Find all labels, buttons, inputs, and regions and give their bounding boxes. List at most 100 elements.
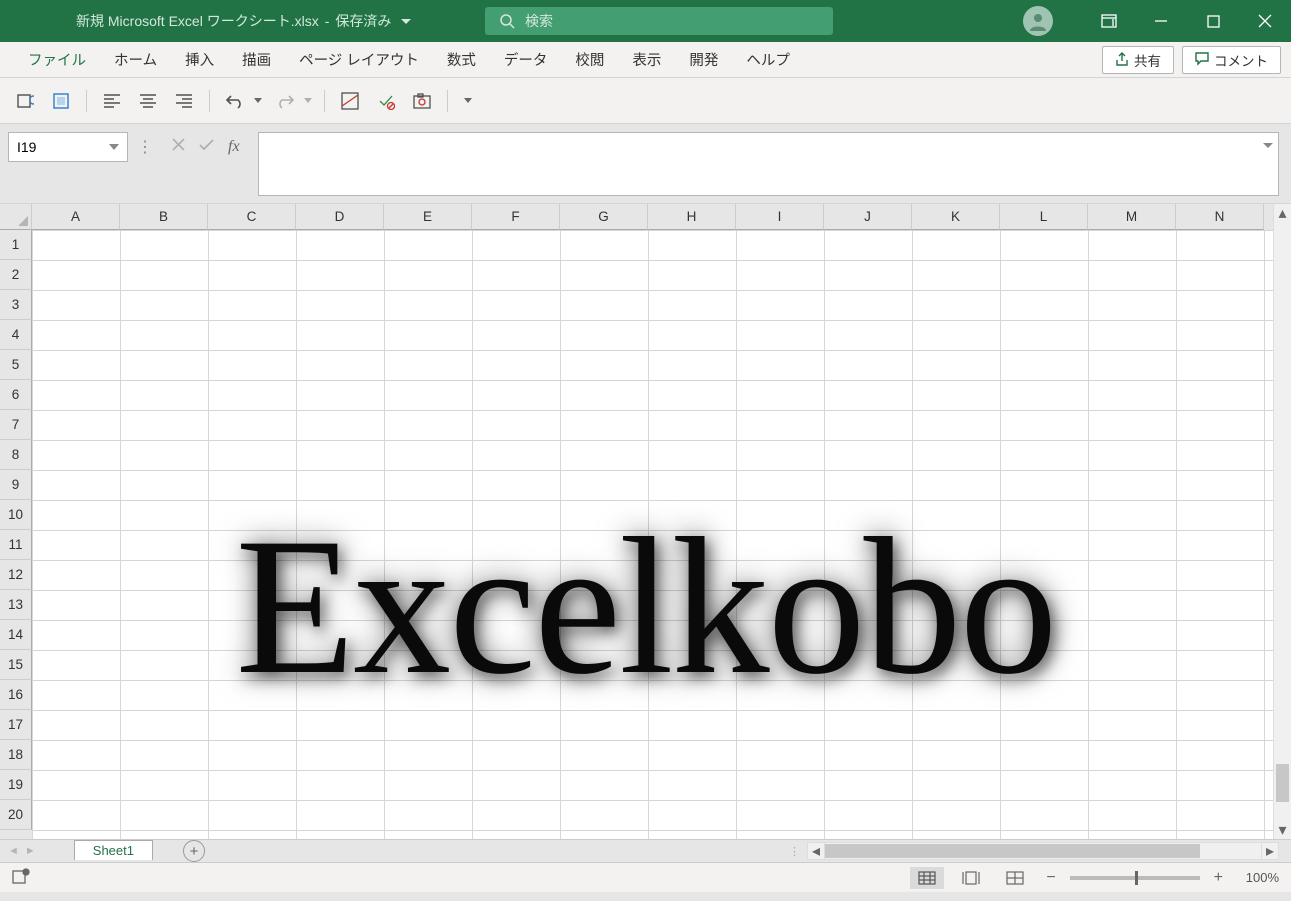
row-header[interactable]: 19 bbox=[0, 770, 32, 800]
column-header[interactable]: A bbox=[32, 204, 120, 230]
column-header[interactable]: F bbox=[472, 204, 560, 230]
row-header[interactable]: 16 bbox=[0, 680, 32, 710]
row-header[interactable]: 5 bbox=[0, 350, 32, 380]
name-box[interactable]: I19 bbox=[8, 132, 128, 162]
qat-refresh-icon[interactable] bbox=[12, 88, 38, 114]
document-title[interactable]: 新規 Microsoft Excel ワークシート.xlsx - 保存済み bbox=[76, 11, 411, 31]
row-header[interactable]: 6 bbox=[0, 380, 32, 410]
qat-camera-icon[interactable] bbox=[409, 88, 435, 114]
formula-input[interactable] bbox=[258, 132, 1279, 196]
cancel-icon[interactable] bbox=[172, 138, 185, 156]
zoom-in-button[interactable]: + bbox=[1210, 869, 1227, 887]
zoom-out-button[interactable]: − bbox=[1042, 869, 1059, 887]
qat-redo-button[interactable] bbox=[272, 88, 298, 114]
tab-help[interactable]: ヘルプ bbox=[732, 42, 804, 78]
row-header[interactable]: 8 bbox=[0, 440, 32, 470]
column-header[interactable]: D bbox=[296, 204, 384, 230]
qat-macro-icon[interactable] bbox=[48, 88, 74, 114]
chevron-down-icon[interactable] bbox=[254, 98, 262, 103]
scroll-grip-icon[interactable]: ⋮ bbox=[789, 845, 801, 858]
tab-insert[interactable]: 挿入 bbox=[171, 42, 228, 78]
ribbon-display-button[interactable] bbox=[1083, 0, 1135, 42]
row-header[interactable]: 3 bbox=[0, 290, 32, 320]
row-header[interactable]: 14 bbox=[0, 620, 32, 650]
tab-data[interactable]: データ bbox=[490, 42, 562, 78]
search-box[interactable]: 検索 bbox=[485, 7, 833, 35]
row-header[interactable]: 10 bbox=[0, 500, 32, 530]
row-header[interactable]: 11 bbox=[0, 530, 32, 560]
row-header[interactable]: 20 bbox=[0, 800, 32, 830]
qat-undo-button[interactable] bbox=[222, 88, 248, 114]
vertical-scrollbar[interactable]: ▴ ▾ bbox=[1273, 204, 1291, 839]
column-header[interactable]: H bbox=[648, 204, 736, 230]
maximize-button[interactable] bbox=[1187, 0, 1239, 42]
tab-page-layout[interactable]: ページ レイアウト bbox=[285, 42, 433, 78]
row-header[interactable]: 1 bbox=[0, 230, 32, 260]
column-header[interactable]: I bbox=[736, 204, 824, 230]
column-header[interactable]: E bbox=[384, 204, 472, 230]
minimize-button[interactable] bbox=[1135, 0, 1187, 42]
row-header[interactable]: 4 bbox=[0, 320, 32, 350]
row-header[interactable]: 9 bbox=[0, 470, 32, 500]
qat-customize-button[interactable] bbox=[460, 88, 476, 114]
view-page-break-button[interactable] bbox=[998, 867, 1032, 889]
qat-error-check-icon[interactable] bbox=[373, 88, 399, 114]
tab-draw[interactable]: 描画 bbox=[228, 42, 285, 78]
chevron-down-icon[interactable] bbox=[401, 19, 411, 24]
chevron-down-icon[interactable] bbox=[304, 98, 312, 103]
column-header[interactable]: J bbox=[824, 204, 912, 230]
qat-align-right-icon[interactable] bbox=[171, 88, 197, 114]
scroll-thumb[interactable] bbox=[1276, 764, 1289, 802]
sheet-nav-next-icon[interactable]: ► bbox=[25, 845, 36, 857]
scroll-right-icon[interactable]: ▸ bbox=[1261, 842, 1279, 860]
column-header[interactable]: G bbox=[560, 204, 648, 230]
view-normal-button[interactable] bbox=[910, 867, 944, 889]
scroll-left-icon[interactable]: ◂ bbox=[807, 842, 825, 860]
row-header[interactable]: 15 bbox=[0, 650, 32, 680]
sheet-nav-prev-icon[interactable]: ◄ bbox=[8, 845, 19, 857]
tab-home[interactable]: ホーム bbox=[100, 42, 171, 78]
row-header[interactable]: 17 bbox=[0, 710, 32, 740]
account-icon[interactable] bbox=[1023, 6, 1053, 36]
qat-gridlines-icon[interactable] bbox=[337, 88, 363, 114]
column-header[interactable]: M bbox=[1088, 204, 1176, 230]
qat-align-center-icon[interactable] bbox=[135, 88, 161, 114]
enter-icon[interactable] bbox=[199, 138, 214, 156]
close-button[interactable] bbox=[1239, 0, 1291, 42]
scroll-up-icon[interactable]: ▴ bbox=[1274, 204, 1291, 222]
zoom-value[interactable]: 100% bbox=[1237, 870, 1279, 885]
tab-file[interactable]: ファイル bbox=[14, 42, 100, 78]
tab-developer[interactable]: 開発 bbox=[675, 42, 732, 78]
comments-button[interactable]: コメント bbox=[1182, 46, 1281, 74]
record-macro-icon[interactable] bbox=[12, 868, 30, 887]
name-box-expand-icon[interactable]: ⋮ bbox=[136, 132, 154, 162]
column-header[interactable]: B bbox=[120, 204, 208, 230]
select-all-corner[interactable] bbox=[0, 204, 32, 230]
tab-review[interactable]: 校閲 bbox=[561, 42, 618, 78]
scroll-down-icon[interactable]: ▾ bbox=[1274, 821, 1291, 839]
row-header[interactable]: 18 bbox=[0, 740, 32, 770]
share-button[interactable]: 共有 bbox=[1102, 46, 1174, 74]
tab-view[interactable]: 表示 bbox=[618, 42, 675, 78]
qat-align-left-icon[interactable] bbox=[99, 88, 125, 114]
cells-area[interactable] bbox=[32, 230, 1273, 839]
column-header[interactable]: L bbox=[1000, 204, 1088, 230]
horizontal-scrollbar[interactable]: ⋮ ◂ ▸ bbox=[789, 842, 1279, 860]
view-page-layout-button[interactable] bbox=[954, 867, 988, 889]
zoom-slider[interactable] bbox=[1070, 876, 1200, 880]
row-header[interactable]: 12 bbox=[0, 560, 32, 590]
sheet-tab[interactable]: Sheet1 bbox=[74, 840, 153, 860]
row-header[interactable]: 7 bbox=[0, 410, 32, 440]
column-header[interactable]: N bbox=[1176, 204, 1264, 230]
row-header[interactable]: 13 bbox=[0, 590, 32, 620]
scroll-thumb[interactable] bbox=[825, 844, 1200, 858]
formula-expand-icon[interactable] bbox=[1262, 137, 1274, 155]
column-header[interactable]: C bbox=[208, 204, 296, 230]
scroll-track[interactable] bbox=[825, 842, 1261, 860]
fx-button[interactable]: fx bbox=[228, 138, 240, 156]
column-header[interactable]: K bbox=[912, 204, 1000, 230]
add-sheet-button[interactable]: + bbox=[183, 840, 205, 862]
tab-formulas[interactable]: 数式 bbox=[433, 42, 490, 78]
chevron-down-icon[interactable] bbox=[109, 144, 119, 150]
row-header[interactable]: 2 bbox=[0, 260, 32, 290]
